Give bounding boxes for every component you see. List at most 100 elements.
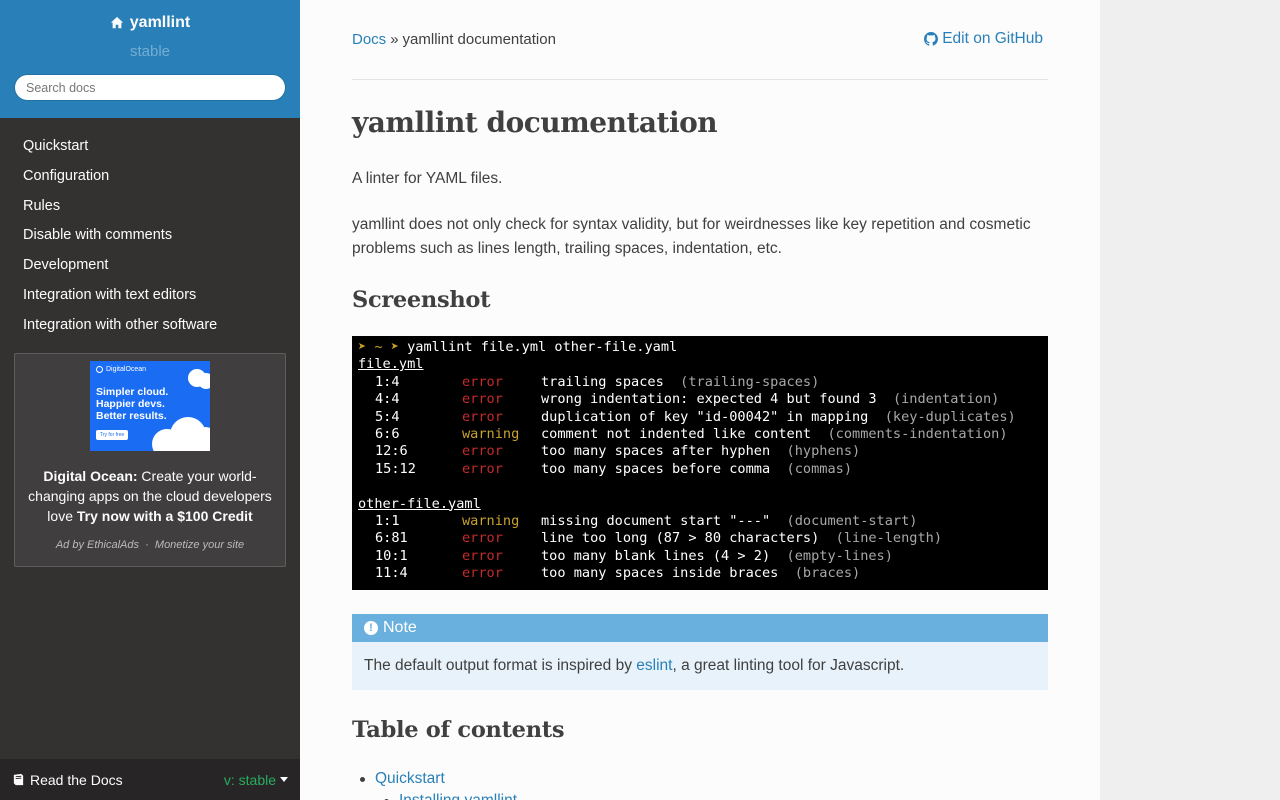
sponsor-ad: DigitalOcean Simpler cloud. Happier devs… (14, 353, 286, 567)
lint-message: missing document start "---" (541, 512, 771, 529)
ad-text[interactable]: Digital Ocean: Create your world-changin… (23, 466, 277, 526)
project-home-link[interactable]: yamllint (110, 14, 190, 32)
right-margin (1100, 0, 1280, 800)
sidebar-item-configuration[interactable]: Configuration (0, 162, 300, 192)
sidebar-item-disable-with-comments[interactable]: Disable with comments (0, 221, 300, 251)
rtd-label-text: Read the Docs (30, 771, 123, 788)
lint-message: line too long (87 > 80 characters) (541, 530, 820, 547)
bullet (360, 776, 365, 782)
lint-position: 11:4 (375, 565, 408, 582)
ad-separator: · (145, 539, 149, 551)
book-icon (13, 773, 24, 786)
info-icon: ! (364, 621, 378, 635)
edit-on-github-link[interactable]: Edit on GitHub (924, 30, 1043, 48)
lint-level: error (462, 565, 503, 582)
search-input[interactable] (14, 74, 286, 101)
sidebar-item-text-editors[interactable]: Integration with text editors (0, 281, 300, 311)
lint-level: error (462, 530, 503, 547)
terminal-lint-row: 11:4 error too many spaces inside braces (… (358, 565, 1048, 582)
lint-message: wrong indentation: expected 4 but found … (541, 391, 877, 408)
sidebar-item-rules[interactable]: Rules (0, 192, 300, 222)
note-title: ! Note (352, 614, 1048, 642)
ad-by-link[interactable]: Ad by EthicalAds (56, 539, 139, 551)
breadcrumb-docs[interactable]: Docs (352, 31, 386, 48)
terminal-file-name: file.yml (358, 356, 1048, 373)
terminal-command: yamllint file.yml other-file.yaml (398, 339, 678, 355)
toc-link-quickstart[interactable]: Quickstart (375, 768, 445, 790)
intro-paragraph: A linter for YAML files. (352, 170, 503, 187)
terminal-lint-row: 10:1 error too many blank lines (4 > 2) (e… (358, 548, 1048, 565)
terminal-screenshot: ➤ ~ ➤ yamllint file.yml other-file.yaml … (352, 336, 1048, 590)
lint-level: error (462, 443, 503, 460)
lint-level: error (462, 547, 503, 564)
file-name-text: file.yml (358, 356, 424, 373)
note-text-before: The default output format is inspired by (364, 657, 637, 674)
edit-link-text: Edit on GitHub (942, 30, 1043, 47)
github-icon (924, 32, 939, 46)
lint-position: 6:81 (375, 530, 408, 547)
breadcrumb: Docs » yamllint documentation (352, 31, 556, 48)
sidebar-nav: Quickstart Configuration Rules Disable w… (0, 132, 300, 341)
page-title: yamllint documentation (352, 106, 718, 139)
lint-message: duplication of key "id-00042" in mapping (541, 408, 869, 425)
lint-rule: (commas) (786, 460, 853, 477)
description-paragraph: yamllint does not only check for syntax … (352, 216, 1031, 257)
note-admonition: ! Note The default output format is insp… (352, 614, 1048, 690)
terminal-prompt: ➤ ~ ➤ (358, 339, 399, 355)
monetize-link[interactable]: Monetize your site (155, 539, 244, 551)
lint-rule: (document-start) (786, 512, 918, 529)
lint-rule: (key-duplicates) (884, 408, 1016, 425)
ad-image[interactable]: DigitalOcean Simpler cloud. Happier devs… (90, 361, 210, 451)
home-icon (110, 16, 123, 29)
lint-position: 4:4 (375, 391, 400, 408)
lint-level: warning (462, 512, 520, 529)
toc-item: Quickstart (360, 768, 517, 790)
lint-message: too many spaces inside braces (541, 565, 779, 582)
sidebar-item-development[interactable]: Development (0, 251, 300, 281)
ad-image-button: Try for free (96, 430, 129, 440)
table-of-contents: Quickstart Installing yamllint (360, 768, 517, 800)
toc-link-installing[interactable]: Installing yamllint (399, 790, 517, 800)
sidebar: yamllint stable Quickstart Configuration… (0, 0, 300, 800)
sidebar-item-quickstart[interactable]: Quickstart (0, 132, 300, 162)
terminal-lint-row: 1:4 error trailing spaces (trailing-spaces… (358, 374, 1048, 391)
cloud-graphic (198, 373, 210, 389)
lint-position: 12:6 (375, 443, 408, 460)
lint-message: too many spaces before comma (541, 460, 771, 477)
ad-image-text: Simpler cloud. Happier devs. Better resu… (96, 386, 169, 422)
terminal-lint-row: 1:1 warning missing document start "---" (… (358, 513, 1048, 530)
project-name: yamllint (129, 14, 191, 31)
sidebar-item-other-software[interactable]: Integration with other software (0, 311, 300, 341)
version-switcher[interactable]: Read the Docs v: stable (0, 759, 300, 800)
terminal-lint-row: 12:6 error too many spaces after hyphen (h… (358, 443, 1048, 460)
lint-position: 6:6 (375, 425, 400, 442)
current-version-text: v: stable (223, 771, 276, 788)
breadcrumb-current: yamllint documentation (402, 31, 556, 48)
terminal-lint-row: 5:4 error duplication of key "id-00042" in… (358, 409, 1048, 426)
eslint-link[interactable]: eslint (636, 657, 672, 674)
lint-level: error (462, 391, 503, 408)
terminal-lint-row: 6:6 warning comment not indented like cont… (358, 426, 1048, 443)
lint-message: too many spaces after hyphen (541, 443, 771, 460)
rtd-label: Read the Docs (12, 772, 123, 788)
terminal-lint-row: 6:81 error line too long (87 > 80 characte… (358, 530, 1048, 547)
current-version: v: stable (224, 772, 288, 788)
screenshot-heading: Screenshot (352, 287, 491, 313)
digitalocean-logo: DigitalOcean (96, 366, 146, 373)
file-name-text: other-file.yaml (358, 495, 481, 512)
lint-rule: (hyphens) (786, 443, 861, 460)
lint-rule: (empty-lines) (786, 547, 893, 564)
lint-position: 5:4 (375, 408, 400, 425)
lint-rule: (braces) (794, 565, 861, 582)
terminal-lint-row: 4:4 error wrong indentation: expected 4 bu… (358, 391, 1048, 408)
lint-level: warning (462, 425, 520, 442)
lint-message: too many blank lines (4 > 2) (541, 547, 771, 564)
lint-position: 10:1 (375, 547, 408, 564)
